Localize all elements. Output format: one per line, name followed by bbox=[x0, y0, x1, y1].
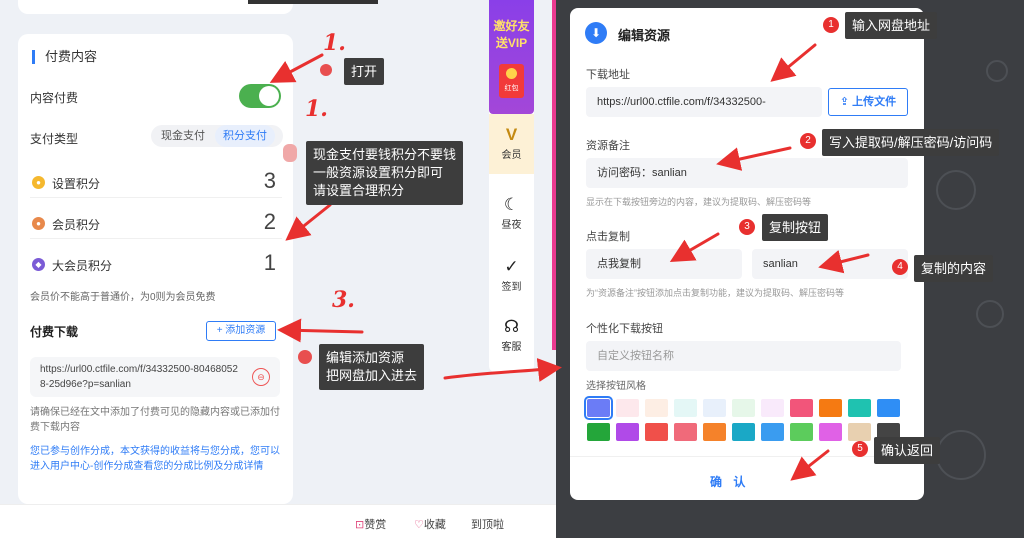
step-marker-pay: 1. bbox=[305, 96, 328, 122]
annotation-arrows bbox=[269, 43, 870, 481]
step-badge-1: 1 bbox=[823, 17, 839, 33]
arrow-to-modal bbox=[443, 358, 562, 382]
arrow-step-3 bbox=[669, 232, 720, 263]
callout-line: 请设置合理积分 bbox=[313, 183, 405, 198]
arrow-to-add-resource bbox=[277, 318, 364, 343]
arrow-step-1 bbox=[770, 43, 817, 82]
arrow-to-toggle bbox=[269, 53, 324, 83]
callout-step-5: 确认返回 bbox=[874, 437, 941, 464]
callout-line: 一般资源设置积分即可 bbox=[313, 165, 444, 180]
step-badge-4: 4 bbox=[892, 259, 908, 275]
step-marker-edit: 3. bbox=[332, 287, 355, 313]
note-dot bbox=[320, 64, 332, 76]
arrow-step-4 bbox=[818, 249, 870, 274]
callout-pay-type: 现金支付要钱积分不要钱 一般资源设置积分即可 请设置合理积分 bbox=[306, 141, 464, 205]
arrow-to-scores bbox=[285, 203, 332, 241]
note-dot bbox=[283, 144, 297, 162]
callout-step-1: 输入网盘地址 bbox=[845, 12, 938, 39]
step-badge-3: 3 bbox=[739, 219, 755, 235]
arrow-step-2 bbox=[716, 146, 792, 171]
step-badge-2: 2 bbox=[800, 133, 816, 149]
note-dot bbox=[298, 350, 312, 364]
callout-line: 把网盘加入进去 bbox=[326, 368, 418, 383]
callout-step-4: 复制的内容 bbox=[914, 255, 994, 282]
callout-edit-resource: 编辑添加资源 把网盘加入进去 bbox=[319, 344, 425, 390]
callout-line: 编辑添加资源 bbox=[326, 350, 405, 365]
callout-open: 打开 bbox=[344, 58, 385, 85]
step-badge-5: 5 bbox=[852, 441, 868, 457]
callout-step-2: 写入提取码/解压密码/访问码 bbox=[822, 129, 1000, 156]
callout-step-3: 复制按钮 bbox=[762, 214, 829, 241]
callout-line: 现金支付要钱积分不要钱 bbox=[313, 147, 457, 162]
arrow-step-5 bbox=[790, 449, 830, 481]
step-marker-open: 1. bbox=[323, 30, 346, 56]
